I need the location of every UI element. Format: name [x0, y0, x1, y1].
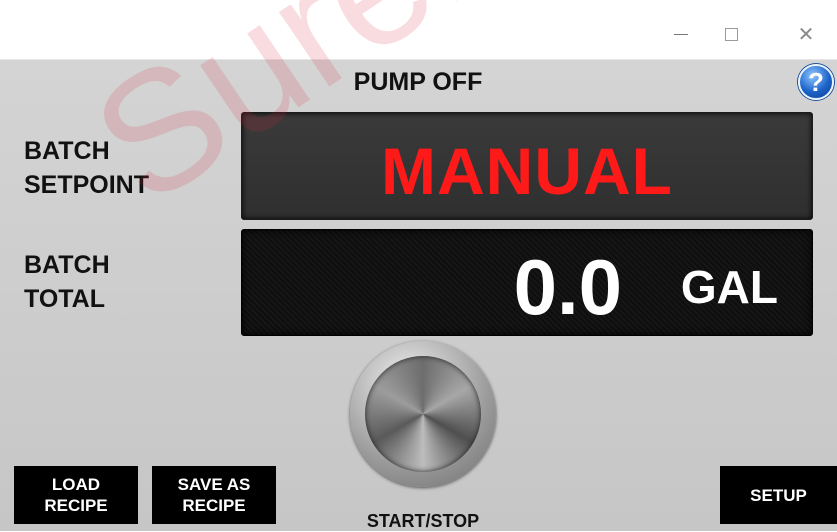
batch-total-label: BATCH TOTAL	[24, 248, 110, 316]
pump-status-title: PUMP OFF	[353, 68, 483, 96]
load-recipe-label-line1: LOAD	[51, 475, 101, 494]
setup-button[interactable]: SETUP	[720, 466, 837, 524]
batch-control-panel: PUMP OFF ? BATCH SETPOINT MANUAL BATCH T…	[0, 60, 837, 531]
load-recipe-label-line2: RECIPE	[44, 496, 108, 515]
title-bar: ✕	[0, 11, 837, 60]
save-as-recipe-button[interactable]: SAVE AS RECIPE	[152, 466, 276, 524]
batch-setpoint-label-line1: BATCH	[24, 137, 110, 165]
help-icon: ?	[808, 66, 824, 97]
start-stop-button[interactable]	[350, 341, 496, 487]
save-recipe-label-line2: RECIPE	[182, 496, 246, 515]
batch-total-unit: GAL	[680, 261, 778, 313]
load-recipe-button[interactable]: LOAD RECIPE	[14, 466, 138, 524]
background-window-strip	[0, 0, 837, 11]
batch-total-value: 0.0	[513, 243, 622, 331]
maximize-icon	[724, 27, 738, 41]
start-stop-knob-face	[365, 356, 481, 472]
batch-setpoint-value: MANUAL	[381, 134, 673, 208]
batch-setpoint-display[interactable]: MANUAL	[241, 112, 813, 220]
start-stop-label: START/STOP	[366, 511, 480, 531]
minimize-icon	[674, 33, 688, 35]
minimize-button[interactable]	[658, 17, 704, 51]
help-button[interactable]: ?	[798, 64, 834, 100]
close-button[interactable]: ✕	[783, 17, 829, 51]
maximize-button[interactable]	[708, 17, 754, 51]
batch-setpoint-label-line2: SETPOINT	[24, 171, 150, 199]
batch-total-display: 0.0 GAL	[241, 229, 813, 336]
batch-total-label-line1: BATCH	[24, 251, 110, 279]
batch-setpoint-label: BATCH SETPOINT	[24, 134, 149, 202]
save-recipe-label-line1: SAVE AS	[177, 475, 251, 494]
batch-total-label-line2: TOTAL	[24, 285, 106, 313]
close-icon: ✕	[797, 22, 815, 46]
setup-label: SETUP	[750, 485, 807, 505]
